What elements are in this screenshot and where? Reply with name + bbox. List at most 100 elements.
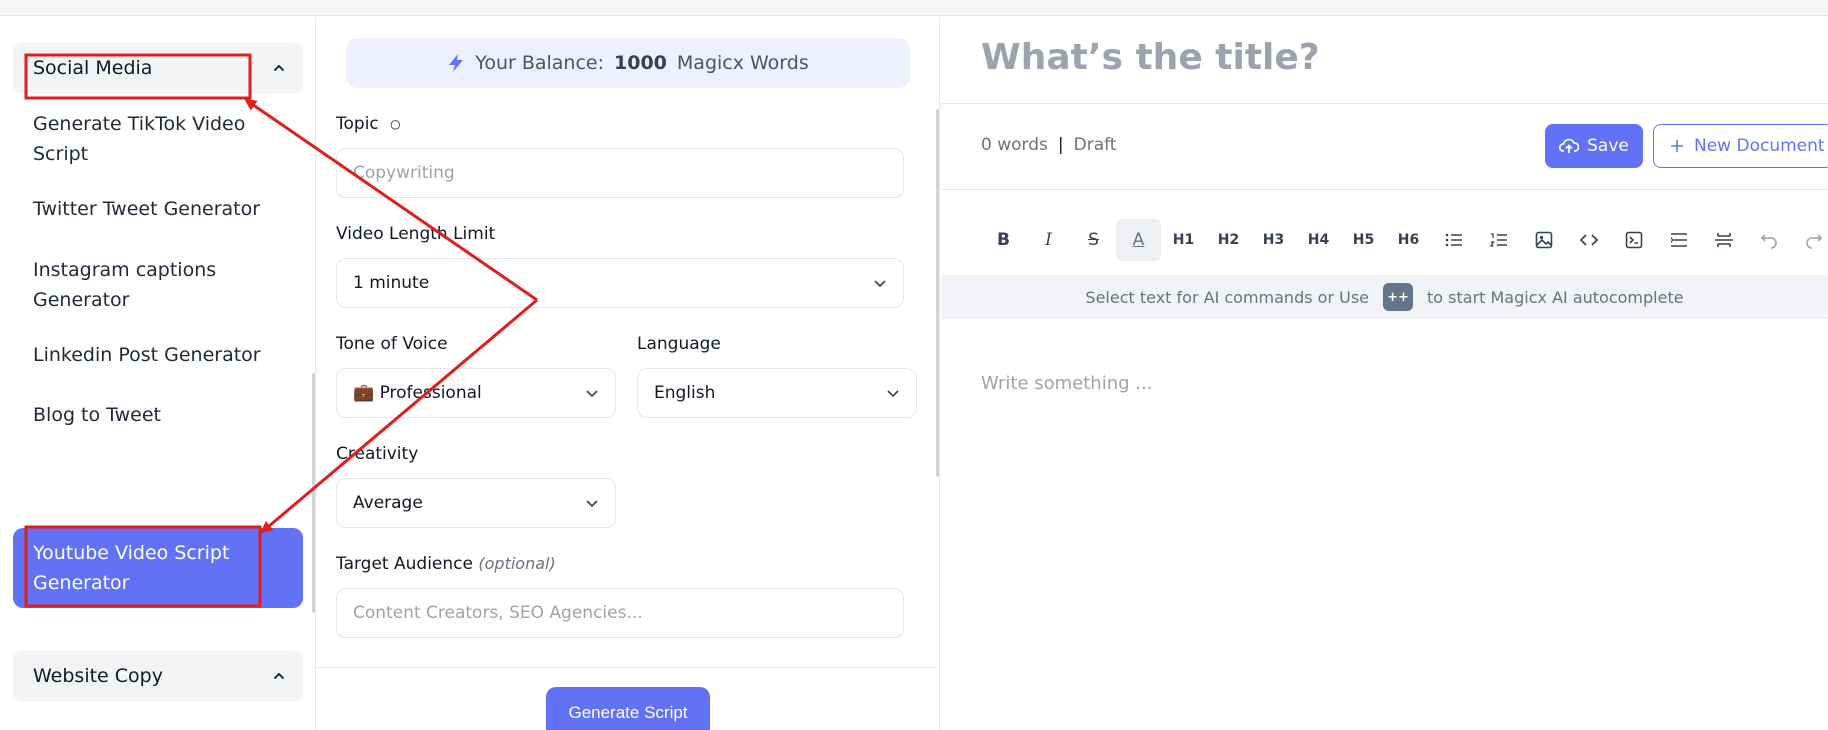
form-divider [316,667,936,668]
document-status: Draft [1073,135,1117,155]
form-scrollbar[interactable] [936,109,939,477]
heading-4-button[interactable]: H4 [1296,219,1341,261]
heading-5-button[interactable]: H5 [1341,219,1386,261]
optional-tag: (optional) [478,554,556,573]
code-button[interactable] [1566,219,1611,261]
generate-script-button[interactable]: Generate Script [546,687,710,730]
ai-hint-bar: Select text for AI commands or Use ++ to… [941,275,1828,319]
video-length-select[interactable]: 1 minute [336,258,904,308]
topic-input[interactable]: Copywriting [336,148,904,198]
tone-label: Tone of Voice [336,334,448,354]
plus-icon [1671,140,1683,152]
redo-icon [1805,234,1822,249]
balance-prefix: Your Balance: [475,52,605,74]
category-social-media[interactable]: Social Media [13,42,303,94]
sidebar-item-twitter-tweet[interactable]: Twitter Tweet Generator [13,194,303,224]
sidebar-item-label: Instagram captions Generator [33,259,217,311]
sidebar-item-youtube-script[interactable]: Youtube Video Script Generator [13,528,303,608]
redo-button[interactable] [1791,219,1828,261]
topic-placeholder: Copywriting [353,163,455,183]
generator-form: Your Balance: 1000 Magicx Words Topic ○ … [316,17,940,730]
sidebar-item-label: Twitter Tweet Generator [33,198,261,220]
chevron-down-icon [874,280,886,288]
editor-toolbar: B I S A H1 H2 H3 H4 H5 H6 [981,219,1828,261]
creativity-label: Creativity [336,444,419,464]
video-length-value: 1 minute [353,273,430,293]
document-title-input[interactable]: What’s the title? [981,37,1320,78]
sidebar-item-label: Youtube Video Script Generator [33,542,230,594]
code-block-button[interactable] [1611,219,1656,261]
video-length-label: Video Length Limit [336,224,496,244]
sidebar-scrollbar[interactable] [312,373,315,613]
horizontal-rule-button[interactable] [1701,219,1746,261]
document-editor: What’s the title? 0 words | Draft Save N… [941,17,1828,730]
text-align-icon [1670,233,1687,247]
save-button[interactable]: Save [1545,124,1643,168]
hint-suffix: to start Magicx AI autocomplete [1427,287,1684,307]
undo-button[interactable] [1746,219,1791,261]
editor-body-input[interactable]: Write something ... [981,373,1152,394]
creativity-select[interactable]: Average [336,478,616,528]
language-select[interactable]: English [637,368,917,418]
strikethrough-button[interactable]: S [1071,219,1116,261]
template-sidebar: Social Media Generate TikTok Video Scrip… [0,17,316,730]
creativity-value: Average [353,493,423,513]
audience-label: Target Audience (optional) [336,554,556,574]
ordered-list-button[interactable] [1476,219,1521,261]
heading-2-button[interactable]: H2 [1206,219,1251,261]
heading-1-button[interactable]: H1 [1161,219,1206,261]
balance-banner: Your Balance: 1000 Magicx Words [346,38,910,88]
code-icon [1579,234,1598,246]
word-count: 0 words [981,135,1048,155]
sidebar-item-blog-to-tweet[interactable]: Blog to Tweet [13,400,303,430]
italic-button[interactable]: I [1026,219,1071,261]
audience-label-text: Target Audience [336,554,473,574]
meta-separator: | [1057,135,1064,155]
sidebar-item-instagram-captions[interactable]: Instagram captions Generator [13,255,303,315]
sidebar-item-linkedin-post[interactable]: Linkedin Post Generator [13,340,303,370]
image-icon [1535,231,1552,249]
audience-input[interactable]: Content Creators, SEO Agencies... [336,588,904,638]
heading-6-button[interactable]: H6 [1386,219,1431,261]
language-label: Language [637,334,721,354]
text-color-button[interactable]: A [1116,219,1161,261]
new-document-label: New Document [1694,136,1825,156]
lightning-icon [449,54,464,72]
chevron-up-icon [273,64,285,72]
paragraph-button[interactable] [1656,219,1701,261]
chevron-down-icon [586,500,598,508]
terminal-icon [1625,231,1642,249]
meta-divider [941,189,1828,190]
image-button[interactable] [1521,219,1566,261]
category-website-copy[interactable]: Website Copy [13,650,303,702]
bold-button[interactable]: B [981,219,1026,261]
category-label: Website Copy [33,665,163,687]
sidebar-item-label: Blog to Tweet [33,404,161,426]
chevron-down-icon [887,390,899,398]
tone-value: 💼 Professional [353,383,482,403]
language-value: English [654,383,716,403]
chevron-down-icon [586,390,598,398]
tone-select[interactable]: 💼 Professional [336,368,616,418]
sidebar-item-label: Linkedin Post Generator [33,344,261,366]
autocomplete-key-badge: ++ [1383,283,1413,311]
sidebar-item-tiktok-script[interactable]: Generate TikTok Video Script [13,109,303,169]
cloud-upload-icon [1559,138,1580,153]
bullet-list-icon [1445,233,1462,247]
chevron-up-icon [273,672,285,680]
save-label: Save [1587,136,1629,156]
category-label: Social Media [33,57,153,79]
audience-placeholder: Content Creators, SEO Agencies... [353,603,643,623]
undo-icon [1760,234,1777,249]
topic-label: Topic ○ [336,114,401,134]
heading-3-button[interactable]: H3 [1251,219,1296,261]
new-document-button[interactable]: New Document [1653,124,1828,168]
topic-label-text: Topic [336,114,379,134]
balance-suffix: Magicx Words [676,52,809,74]
document-meta: 0 words | Draft [981,135,1116,155]
sidebar-item-label: Generate TikTok Video Script [33,113,246,165]
hint-prefix: Select text for AI commands or Use [1085,287,1369,307]
bullet-list-button[interactable] [1431,219,1476,261]
top-strip [0,0,1828,16]
info-icon: ○ [390,117,401,131]
